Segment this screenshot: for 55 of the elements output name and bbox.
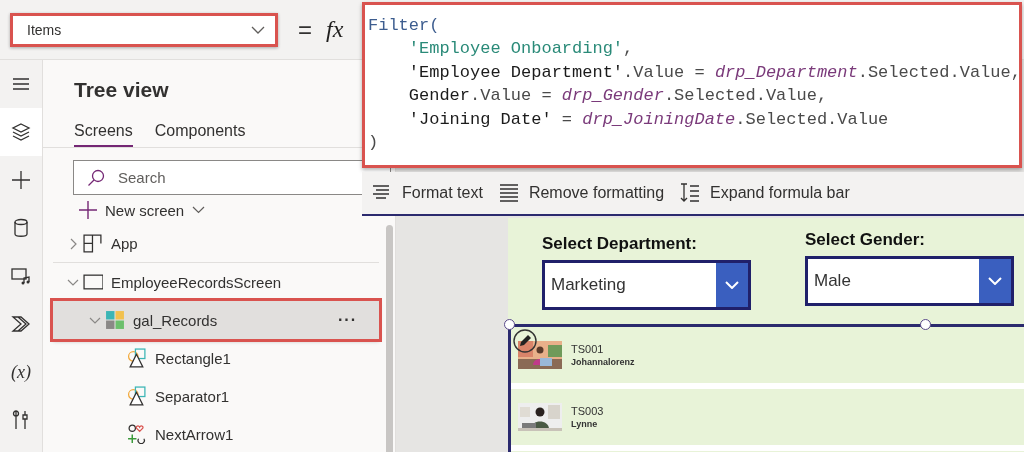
tree-item[interactable]: NextArrow1 xyxy=(53,415,379,452)
new-screen-button[interactable]: New screen xyxy=(77,199,208,221)
field-label: Select Department: xyxy=(542,234,698,254)
tree-item[interactable]: EmployeeRecordsScreen xyxy=(53,263,379,301)
toolbar-button[interactable]: Remove formatting xyxy=(496,181,667,205)
dropdown[interactable]: Male xyxy=(805,256,1014,306)
resize-handle[interactable] xyxy=(920,319,931,330)
variables-icon[interactable]: (x) xyxy=(11,361,31,383)
record-id: TS001 xyxy=(571,343,605,355)
chevron-down-icon xyxy=(988,277,1002,285)
equals-sign: = xyxy=(298,15,312,44)
fx-label[interactable]: fx xyxy=(326,16,344,43)
scrollbar[interactable] xyxy=(386,225,393,452)
app-icon xyxy=(83,233,103,254)
field-label: Select Gender: xyxy=(805,230,926,250)
gallery-icon xyxy=(105,310,125,330)
expand-icon xyxy=(680,183,701,203)
chevron-down-icon xyxy=(192,206,206,214)
resize-handle[interactable] xyxy=(504,319,515,330)
media-icon[interactable] xyxy=(10,265,32,287)
dropdown[interactable]: Marketing xyxy=(542,260,751,310)
plus-icon[interactable] xyxy=(10,169,32,191)
employee-name: Johannalorenz xyxy=(571,357,635,367)
shapes-icon xyxy=(127,348,147,368)
record-id: TS003 xyxy=(571,405,604,417)
code-line: ) xyxy=(368,131,379,154)
screen-icon xyxy=(83,272,103,292)
tree-item[interactable]: App xyxy=(53,225,379,263)
tab[interactable]: Screens xyxy=(74,118,133,147)
search-icon xyxy=(87,169,105,187)
shapes-icon xyxy=(127,386,147,406)
code-line: 'Employee Onboarding', xyxy=(407,38,634,61)
property-dropdown[interactable]: Items xyxy=(10,12,278,47)
panel-title: Tree view xyxy=(74,77,170,103)
chevron-down-icon xyxy=(251,25,265,34)
employee-name: Lynne xyxy=(571,419,599,429)
code-line: 'Joining Date' = drp_JoiningDate.Selected.Value xyxy=(407,108,889,131)
tree-item[interactable]: Separator1 xyxy=(53,377,379,415)
tree-item[interactable]: gal_Records ··· xyxy=(53,301,379,339)
code-line: 'Employee Department'.Value = drp_Department.Selected.Value, xyxy=(407,61,1021,84)
tree-item[interactable]: Rectangle1 xyxy=(53,339,379,377)
lines-icon xyxy=(498,183,519,203)
icons-icon xyxy=(127,424,147,444)
plus-icon xyxy=(79,201,97,219)
chevrons-icon[interactable] xyxy=(10,313,32,335)
search-field[interactable]: Search xyxy=(73,160,391,195)
code-line: Filter( xyxy=(368,15,440,37)
layers-icon[interactable] xyxy=(10,121,32,143)
more-button[interactable]: ··· xyxy=(338,311,357,329)
chevron-down-icon xyxy=(725,281,739,289)
formula-editor[interactable]: Filter( 'Employee Onboarding', 'Employee Department'.Value = drp_Department.Selected.Value, Gender.Value = drp_Gender.Selected.Value, 'Joining Date' = drp_JoiningDate.Selected.Value ) xyxy=(362,2,1022,168)
edit-icon[interactable] xyxy=(513,329,537,353)
code-line: Gender.Value = drp_Gender.Selected.Value, xyxy=(407,85,828,108)
tab[interactable]: Components xyxy=(154,118,246,147)
toolbar-button[interactable]: Expand formula bar xyxy=(678,181,852,205)
